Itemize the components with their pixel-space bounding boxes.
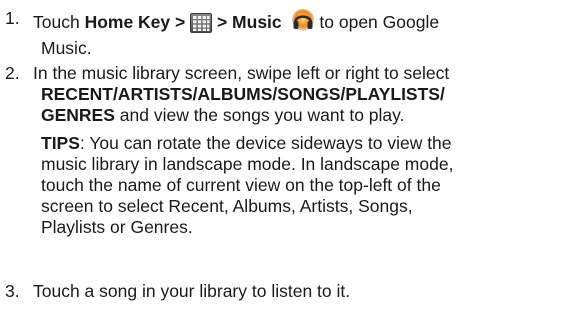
step-text: to open Google	[314, 12, 440, 32]
step-1-content: Touch Home Key > > Music to open Google …	[33, 8, 563, 59]
tips-label: TIPS	[41, 133, 80, 153]
tips-text: : You can rotate the device sideways to …	[79, 133, 452, 153]
tips-line-2: music library in landscape mode. In land…	[41, 154, 454, 174]
step-number: 1.	[5, 8, 20, 28]
step-2-line-2: RECENT/ARTISTS/ALBUMS/SONGS/PLAYLISTS/	[41, 84, 445, 104]
step-2-line-3: GENRES and view the songs you want to pl…	[35, 105, 565, 126]
tips-line-5: Playlists or Genres.	[41, 217, 193, 237]
tips-line-1: TIPS: You can rotate the device sideways…	[41, 133, 565, 154]
genres-label: GENRES	[41, 105, 115, 125]
music-label: > Music	[212, 12, 282, 32]
tips-line-3: touch the name of current view on the to…	[41, 175, 441, 195]
step-number: 2.	[5, 63, 20, 83]
step-2-content: In the music library screen, swipe left …	[33, 63, 565, 238]
headphones-icon	[291, 8, 315, 37]
tips-line-4: screen to select Recent, Albums, Artists…	[41, 196, 413, 216]
step-1-line-2: Music.	[41, 38, 92, 58]
step-number: 3.	[5, 281, 20, 301]
step-2-line-1: In the music library screen, swipe left …	[33, 63, 450, 83]
tips-block: TIPS: You can rotate the device sideways…	[35, 133, 565, 238]
step-text: and view the songs you want to play.	[114, 105, 405, 125]
step-text: Touch	[33, 12, 85, 32]
step-1-line-1: Touch Home Key > > Music to open Google	[33, 8, 563, 38]
home-key-label: Home Key >	[84, 12, 186, 32]
step-3-line-1: Touch a song in your library to listen t…	[33, 281, 351, 301]
step-3-content: Touch a song in your library to listen t…	[33, 281, 563, 302]
apps-grid-icon	[190, 13, 213, 38]
